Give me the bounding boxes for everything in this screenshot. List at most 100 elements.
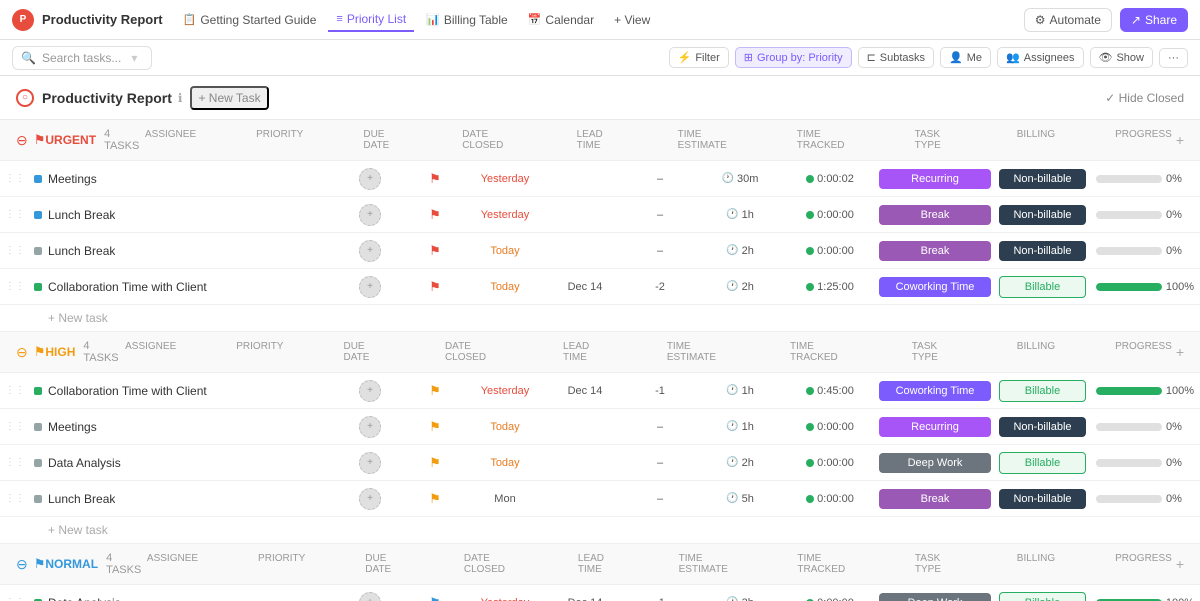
task-due-date-cell: Yesterday	[465, 209, 545, 221]
task-lead-time: -1	[655, 385, 665, 397]
task-type-badge: Recurring	[879, 417, 991, 437]
subtasks-button[interactable]: ⊏ Subtasks	[858, 47, 934, 68]
billing-badge: Non-billable	[999, 489, 1086, 509]
assignee-avatar[interactable]: +	[359, 452, 381, 474]
task-name-cell: Data Analysis	[30, 590, 335, 601]
task-name-label[interactable]: Lunch Break	[48, 492, 115, 506]
assignee-avatar[interactable]: +	[359, 380, 381, 402]
task-time-estimate-cell: 🕐 2h	[695, 245, 785, 257]
task-lead-time-cell: -1	[625, 597, 695, 601]
section-collapse-urgent[interactable]: ⊖	[16, 132, 28, 149]
task-row[interactable]: ⋮⋮ Collaboration Time with Client + ⚑ To…	[0, 269, 1200, 305]
priority-flag-high: ⚑	[34, 344, 46, 360]
task-billing-cell: Non-billable	[995, 417, 1090, 437]
task-name-label[interactable]: Data Analysis	[48, 596, 121, 601]
share-button[interactable]: ↗ Share	[1120, 8, 1188, 32]
task-row[interactable]: ⋮⋮ Lunch Break + ⚑ Mon – 🕐 5h	[0, 481, 1200, 517]
more-options-button[interactable]: ···	[1159, 48, 1188, 68]
task-time-estimate: 2h	[742, 245, 754, 257]
col-header-tracked: TIME TRACKED	[797, 553, 855, 575]
section-add-urgent[interactable]: +	[1176, 132, 1184, 148]
tab-priority-list[interactable]: ≡ Priority List	[328, 8, 414, 32]
task-progress-cell: 0%	[1090, 493, 1200, 505]
tab-billing-table[interactable]: 📊 Billing Table	[418, 9, 516, 31]
progress-percent: 100%	[1166, 385, 1194, 397]
task-row[interactable]: ⋮⋮ Lunch Break + ⚑ Yesterday – 🕐 1	[0, 197, 1200, 233]
task-type-badge: Break	[879, 489, 991, 509]
task-name-label[interactable]: Collaboration Time with Client	[48, 384, 207, 398]
task-time-tracked-cell: 0:00:00	[785, 597, 875, 601]
clock-icon: 🕐	[726, 209, 738, 220]
drag-handle: ⋮⋮	[0, 173, 30, 184]
task-priority-cell: ⚑	[405, 171, 465, 187]
show-button[interactable]: 👁 Show	[1090, 47, 1154, 68]
calendar-icon: 📅	[528, 13, 542, 26]
task-date-closed-cell: Dec 14	[545, 597, 625, 601]
section-collapse-normal[interactable]: ⊖	[16, 556, 28, 573]
task-name-label[interactable]: Meetings	[48, 172, 97, 186]
group-icon: ⊞	[744, 51, 753, 64]
task-row[interactable]: ⋮⋮ Data Analysis + ⚑ Yesterday Dec 14 -1…	[0, 585, 1200, 601]
assignee-avatar[interactable]: +	[359, 240, 381, 262]
assignee-avatar[interactable]: +	[359, 276, 381, 298]
col-header-assignee: ASSIGNEE	[145, 129, 196, 151]
hide-closed-button[interactable]: ✓ Hide Closed	[1105, 91, 1184, 105]
task-row[interactable]: ⋮⋮ Meetings + ⚑ Yesterday – 🕐 30m	[0, 161, 1200, 197]
new-task-row-urgent[interactable]: + New task	[0, 305, 1200, 332]
search-icon: 🔍	[21, 51, 36, 65]
task-assignee-cell: +	[335, 240, 405, 262]
tracking-dot	[806, 211, 814, 219]
task-row[interactable]: ⋮⋮ Data Analysis + ⚑ Today – 🕐 2h	[0, 445, 1200, 481]
new-task-button[interactable]: + New Task	[190, 86, 268, 110]
tab-getting-started[interactable]: 📋 Getting Started Guide	[175, 9, 325, 31]
automate-button[interactable]: ⚙ Automate	[1024, 8, 1112, 32]
task-row[interactable]: ⋮⋮ Collaboration Time with Client + ⚑ Ye…	[0, 373, 1200, 409]
task-type-cell: Deep Work	[875, 453, 995, 473]
tab-view-add[interactable]: + View	[606, 9, 658, 31]
assignee-avatar[interactable]: +	[359, 204, 381, 226]
task-time-tracked-cell: 0:00:00	[785, 245, 875, 257]
col-header-billing: BILLING	[1017, 553, 1055, 575]
task-name-label[interactable]: Data Analysis	[48, 456, 121, 470]
col-header-estimate: TIME ESTIMATE	[678, 129, 737, 151]
col-header-assignee: ASSIGNEE	[147, 553, 198, 575]
priority-flag-urgent: ⚑	[429, 207, 441, 223]
assignee-avatar[interactable]: +	[359, 416, 381, 438]
assignee-avatar[interactable]: +	[359, 488, 381, 510]
tracking-dot	[806, 175, 814, 183]
section-add-high[interactable]: +	[1176, 344, 1184, 360]
billing-badge: Billable	[999, 276, 1086, 298]
section-collapse-high[interactable]: ⊖	[16, 344, 28, 361]
new-task-row-high[interactable]: + New task	[0, 517, 1200, 544]
col-header-priority: PRIORITY	[256, 129, 303, 151]
task-name-cell: Meetings	[30, 166, 335, 192]
group-by-button[interactable]: ⊞ Group by: Priority	[735, 47, 852, 68]
progress-percent: 100%	[1166, 597, 1194, 601]
search-box[interactable]: 🔍 Search tasks... ▾	[12, 46, 152, 70]
assignee-avatar[interactable]: +	[359, 168, 381, 190]
task-name-label[interactable]: Meetings	[48, 420, 97, 434]
progress-bar-bg	[1096, 459, 1162, 467]
progress-bar-bg	[1096, 495, 1162, 503]
task-time-tracked-cell: 0:00:00	[785, 457, 875, 469]
task-lead-time: –	[657, 245, 663, 257]
task-name-label[interactable]: Collaboration Time with Client	[48, 280, 207, 294]
info-icon[interactable]: ℹ	[178, 91, 183, 105]
show-icon: 👁	[1099, 51, 1113, 64]
tab-calendar[interactable]: 📅 Calendar	[520, 9, 602, 31]
task-name-label[interactable]: Lunch Break	[48, 244, 115, 258]
task-row[interactable]: ⋮⋮ Meetings + ⚑ Today – 🕐 1h	[0, 409, 1200, 445]
priority-flag-normal: ⚑	[429, 595, 441, 601]
task-row[interactable]: ⋮⋮ Lunch Break + ⚑ Today – 🕐 2h	[0, 233, 1200, 269]
filter-button[interactable]: ⚡ Filter	[669, 47, 729, 68]
task-name-label[interactable]: Lunch Break	[48, 208, 115, 222]
drag-handle: ⋮⋮	[0, 457, 30, 468]
progress-bar-bg	[1096, 211, 1162, 219]
assignee-avatar[interactable]: +	[359, 592, 381, 601]
section-add-normal[interactable]: +	[1176, 556, 1184, 572]
assignees-button[interactable]: 👥 Assignees	[997, 47, 1083, 68]
task-due-date-cell: Today	[465, 245, 545, 257]
page-header: ○ Productivity Report ℹ + New Task ✓ Hid…	[0, 76, 1200, 120]
me-button[interactable]: 👤 Me	[940, 47, 991, 68]
drag-handle: ⋮⋮	[0, 385, 30, 396]
